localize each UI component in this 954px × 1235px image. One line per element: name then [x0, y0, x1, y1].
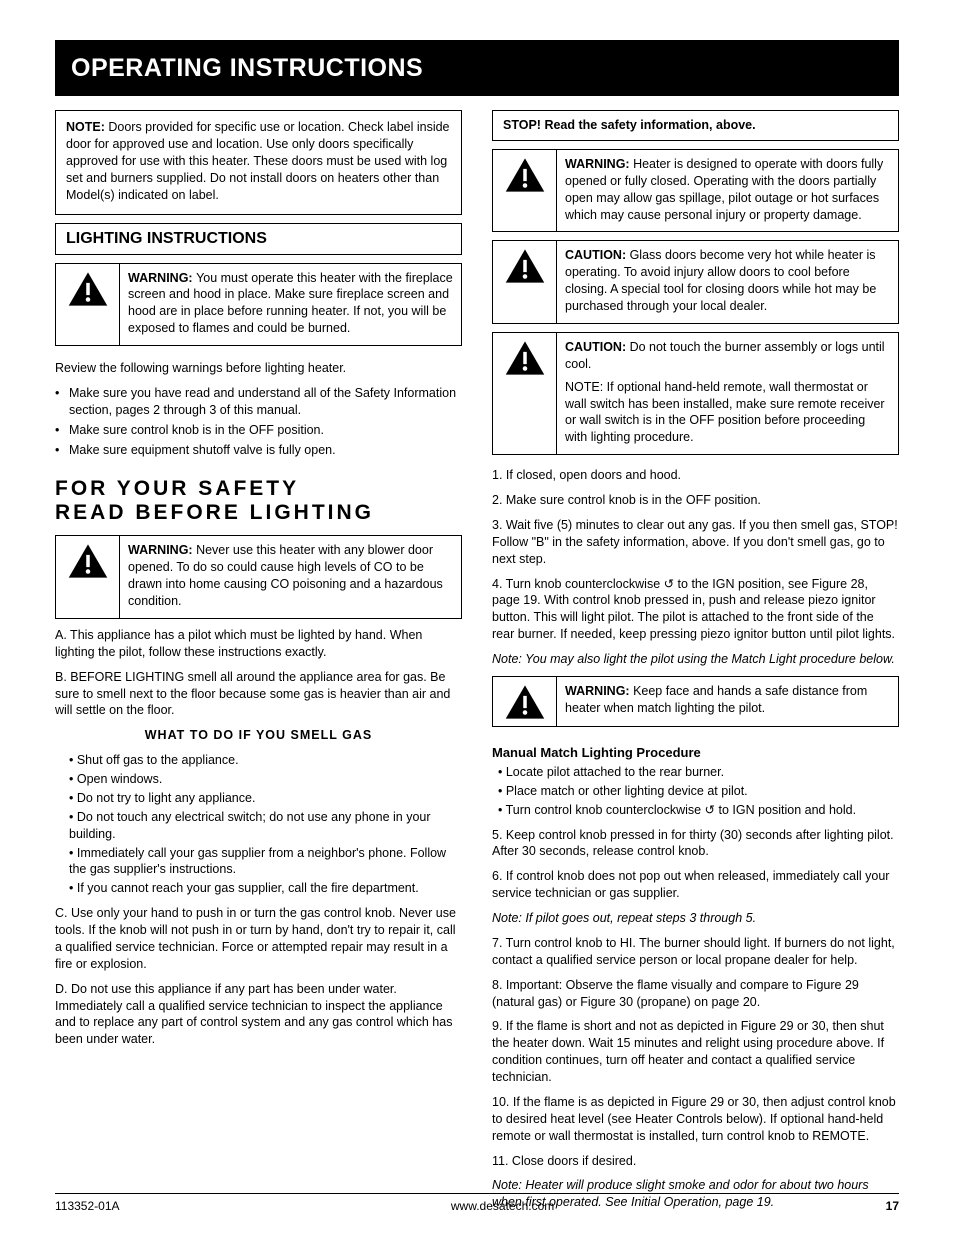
warning-1-body: WARNING: You must operate this heater wi…	[120, 264, 461, 346]
lighting-heading: LIGHTING INSTRUCTIONS	[66, 230, 267, 247]
warning-1: WARNING: You must operate this heater wi…	[55, 263, 462, 347]
step-11: 11. Close doors if desired.	[492, 1153, 899, 1170]
warning-5: CAUTION: Do not touch the burner assembl…	[492, 332, 899, 455]
what-to-do-head: WHAT TO DO IF YOU SMELL GAS	[55, 727, 462, 744]
step-1: 1. If closed, open doors and hood.	[492, 467, 899, 484]
note-text: Doors provided for specific use or locat…	[66, 120, 450, 202]
warning-6-level: WARNING:	[565, 684, 633, 698]
warning-5-level: CAUTION:	[565, 340, 630, 354]
warning-triangle-icon	[67, 542, 109, 585]
site-url: www.desatech.com	[451, 1199, 554, 1213]
instr-B: B. BEFORE LIGHTING smell all around the …	[55, 669, 462, 720]
warning-5-body: CAUTION: Do not touch the burner assembl…	[557, 333, 898, 454]
warning-4-body: CAUTION: Glass doors become very hot whi…	[557, 241, 898, 323]
warning-triangle-icon	[504, 156, 546, 199]
warning-triangle-icon	[67, 270, 109, 313]
smell-3: • Do not try to light any appliance.	[55, 790, 462, 807]
two-column-layout: NOTE: Doors provided for specific use or…	[55, 110, 899, 1219]
note-heading: NOTE:	[66, 120, 108, 134]
match-light-head: Manual Match Lighting Procedure	[492, 745, 899, 760]
warning-2-level: WARNING:	[128, 543, 196, 557]
page-footer: 113352-01A www.desatech.com 17	[55, 1193, 899, 1213]
step-4: 4. Turn knob counterclockwise ↺ to the I…	[492, 576, 899, 644]
left-column: NOTE: Doors provided for specific use or…	[55, 110, 462, 1219]
note-box: NOTE: Doors provided for specific use or…	[55, 110, 462, 215]
smell-5: • Immediately call your gas supplier fro…	[55, 845, 462, 879]
match-b: • Place match or other lighting device a…	[492, 783, 899, 800]
stop-box: STOP! Read the safety information, above…	[492, 110, 899, 141]
match-c: • Turn control knob counterclockwise ↺ t…	[492, 802, 899, 819]
warning-triangle-icon	[504, 339, 546, 382]
step-8: 8. Important: Observe the flame visually…	[492, 977, 899, 1011]
warning-triangle-icon	[504, 247, 546, 290]
warning-6: WARNING: Keep face and hands a safe dist…	[492, 676, 899, 727]
warning-6-body: WARNING: Keep face and hands a safe dist…	[557, 677, 898, 726]
step-6: 6. If control knob does not pop out when…	[492, 868, 899, 902]
list-item: •Make sure control knob is in the OFF po…	[55, 422, 462, 439]
smell-4: • Do not touch any electrical switch; do…	[55, 809, 462, 843]
list-item: •Make sure you have read and understand …	[55, 385, 462, 419]
note-repeat: Note: If pilot goes out, repeat steps 3 …	[492, 910, 899, 927]
warning-3-body: WARNING: Heater is designed to operate w…	[557, 150, 898, 232]
step-10: 10. If the flame is as depicted in Figur…	[492, 1094, 899, 1145]
warning-5-note: NOTE: If optional hand-held remote, wall…	[565, 380, 885, 445]
warning-icon-cell	[493, 333, 557, 454]
doc-number: 113352-01A	[55, 1199, 120, 1213]
warning-icon-cell	[493, 677, 557, 726]
step-9: 9. If the flame is short and not as depi…	[492, 1018, 899, 1086]
smell-1: • Shut off gas to the appliance.	[55, 752, 462, 769]
list-item: •Make sure equipment shutoff valve is fu…	[55, 442, 462, 459]
match-a: • Locate pilot attached to the rear burn…	[492, 764, 899, 781]
warning-icon-cell	[56, 536, 120, 618]
warning-triangle-icon	[504, 683, 546, 726]
right-column: STOP! Read the safety information, above…	[492, 110, 899, 1219]
instr-A: A. This appliance has a pilot which must…	[55, 627, 462, 661]
step-3: 3. Wait five (5) minutes to clear out an…	[492, 517, 899, 568]
warning-4: CAUTION: Glass doors become very hot whi…	[492, 240, 899, 324]
warning-3-level: WARNING:	[565, 157, 633, 171]
warning-2-body: WARNING: Never use this heater with any …	[120, 536, 461, 618]
lighting-heading-box: LIGHTING INSTRUCTIONS	[55, 223, 462, 255]
step-5: 5. Keep control knob pressed in for thir…	[492, 827, 899, 861]
smell-6: • If you cannot reach your gas supplier,…	[55, 880, 462, 897]
warning-icon-cell	[56, 264, 120, 346]
smell-2: • Open windows.	[55, 771, 462, 788]
warning-3: WARNING: Heater is designed to operate w…	[492, 149, 899, 233]
note-match: Note: You may also light the pilot using…	[492, 651, 899, 668]
for-your-safety-head: FOR YOUR SAFETYREAD BEFORE LIGHTING	[55, 477, 462, 525]
page-title-bar: OPERATING INSTRUCTIONS	[55, 40, 899, 96]
page-number: 17	[886, 1199, 899, 1213]
step-2: 2. Make sure control knob is in the OFF …	[492, 492, 899, 509]
warning-icon-cell	[493, 241, 557, 323]
warning-1-level: WARNING:	[128, 271, 196, 285]
intro-line: Review the following warnings before lig…	[55, 360, 462, 377]
warning-4-level: CAUTION:	[565, 248, 630, 262]
stop-text: STOP! Read the safety information, above…	[503, 118, 756, 132]
instr-C: C. Use only your hand to push in or turn…	[55, 905, 462, 973]
step-7: 7. Turn control knob to HI. The burner s…	[492, 935, 899, 969]
warning-icon-cell	[493, 150, 557, 232]
instr-D: D. Do not use this appliance if any part…	[55, 981, 462, 1049]
warning-2: WARNING: Never use this heater with any …	[55, 535, 462, 619]
